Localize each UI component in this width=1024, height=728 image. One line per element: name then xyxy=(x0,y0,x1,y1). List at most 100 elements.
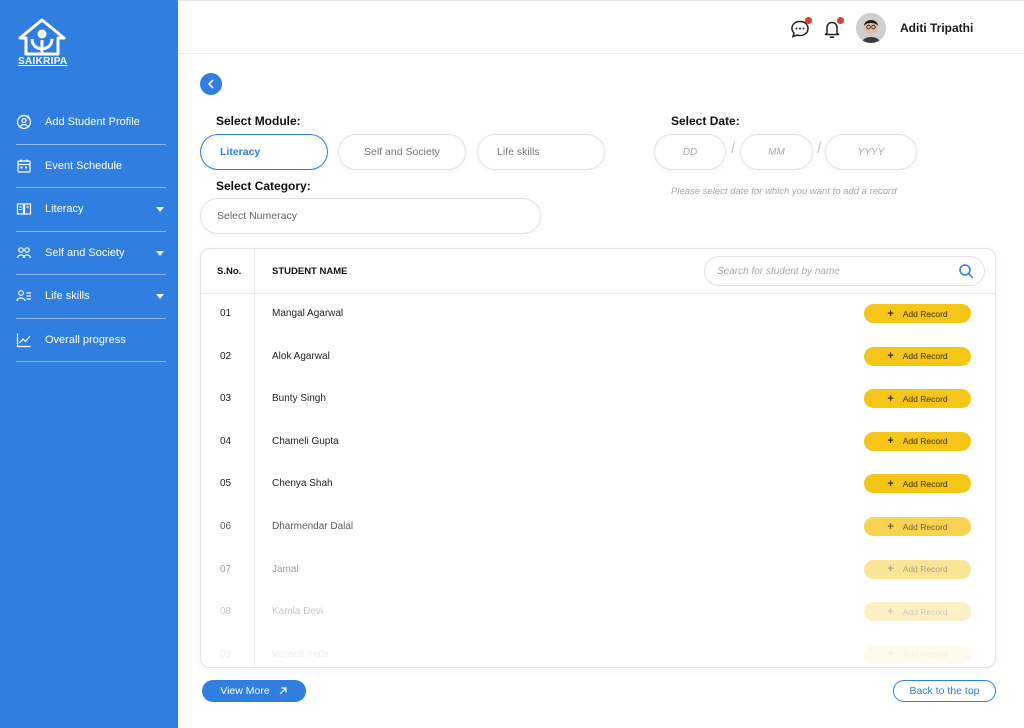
module-label: Select Module: xyxy=(216,114,301,128)
row-sno: 02 xyxy=(220,350,232,362)
table-row: 05 Chenya Shah + Add Record xyxy=(201,464,995,507)
date-separator: / xyxy=(731,140,736,157)
date-day-input[interactable]: DD xyxy=(654,134,726,170)
sidebar-item-overall-progress[interactable]: Overall progress xyxy=(16,319,166,362)
avatar[interactable] xyxy=(856,13,886,43)
date-year-input[interactable]: YYYY xyxy=(825,134,917,170)
add-record-label: Add Record xyxy=(902,478,948,489)
sidebar-item-add-student-profile[interactable]: Add Student Profile xyxy=(16,101,166,145)
view-more-label: View More xyxy=(220,685,270,697)
sidebar-item-event-schedule[interactable]: Event Schedule xyxy=(16,145,166,188)
chart-line-icon xyxy=(16,332,32,348)
add-record-label: Add Record xyxy=(902,564,948,575)
plus-icon: + xyxy=(887,563,894,576)
back-to-top-button[interactable]: Back to the top xyxy=(893,680,996,702)
row-sno: 05 xyxy=(220,478,232,490)
row-student-name: Vaijanti mala xyxy=(272,648,329,660)
sidebar-nav: Add Student Profile Event Schedule Liter… xyxy=(16,101,166,362)
add-record-label: Add Record xyxy=(902,521,948,532)
row-sno: 03 xyxy=(220,393,232,405)
chevron-down-icon[interactable] xyxy=(156,250,164,256)
top-bar: Aditi Tripathi xyxy=(178,0,1024,54)
notification-dot xyxy=(837,17,844,24)
group-icon xyxy=(16,245,32,261)
module-option-literacy[interactable]: Literacy xyxy=(200,134,328,170)
book-icon xyxy=(16,201,32,217)
plus-icon: + xyxy=(887,477,894,490)
row-sno: 06 xyxy=(220,521,232,532)
chevron-down-icon[interactable] xyxy=(156,294,164,300)
add-record-button[interactable]: + Add Record xyxy=(864,644,971,664)
add-record-label: Add Record xyxy=(902,308,948,319)
sidebar-item-literacy[interactable]: Literacy xyxy=(16,188,166,232)
add-record-button[interactable]: + Add Record xyxy=(864,602,971,622)
table-row: 09 Vaijanti mala + Add Record xyxy=(201,635,995,667)
sidebar-item-self-and-society[interactable]: Self and Society xyxy=(16,232,166,275)
user-add-icon xyxy=(16,114,32,130)
add-record-button[interactable]: + Add Record xyxy=(864,304,971,323)
row-sno: 08 xyxy=(220,606,232,618)
bell-icon[interactable] xyxy=(822,17,844,39)
notification-dot xyxy=(805,17,812,24)
add-record-label: Add Record xyxy=(902,393,948,404)
row-sno: 07 xyxy=(220,563,232,575)
sidebar: SAIKRIPA Add Student Profile Event Sched… xyxy=(0,0,178,728)
table-row: 06 Dharmendar Dalal + Add Record xyxy=(201,507,995,550)
row-sno: 04 xyxy=(220,435,232,447)
add-record-button[interactable]: + Add Record xyxy=(864,559,971,579)
student-table: S.No. STUDENT NAME Search for student by… xyxy=(200,248,996,668)
sidebar-item-label: Self and Society xyxy=(45,246,125,259)
add-record-button[interactable]: + Add Record xyxy=(864,389,971,409)
arrow-up-right-icon xyxy=(279,687,287,695)
chat-icon[interactable] xyxy=(790,17,812,39)
table-header: S.No. STUDENT NAME Search for student by… xyxy=(201,249,995,294)
date-hint: Please select date for which you want to… xyxy=(671,186,897,197)
add-record-button[interactable]: + Add Record xyxy=(864,517,971,536)
search-placeholder: Search for student by name xyxy=(717,265,840,277)
add-record-label: Add Record xyxy=(902,351,948,362)
plus-icon: + xyxy=(887,350,894,363)
column-header-student-name: STUDENT NAME xyxy=(272,266,348,277)
chevron-down-icon[interactable] xyxy=(156,207,164,213)
row-student-name: Bunty Singh xyxy=(272,393,326,405)
row-student-name: Jamal xyxy=(272,563,299,575)
category-select[interactable]: Select Numeracy xyxy=(200,198,541,234)
sidebar-item-label: Overall progress xyxy=(45,333,126,346)
plus-icon: + xyxy=(887,307,894,320)
date-month-input[interactable]: MM xyxy=(740,134,813,170)
module-option-life-skills[interactable]: Life skills xyxy=(477,134,605,170)
row-student-name: Chameli Gupta xyxy=(272,435,339,447)
add-record-button[interactable]: + Add Record xyxy=(864,346,971,366)
row-student-name: Kamla Devi xyxy=(272,606,324,618)
row-student-name: Dharmendar Dalal xyxy=(272,521,354,532)
add-record-button[interactable]: + Add Record xyxy=(864,474,971,494)
row-sno: 01 xyxy=(220,308,232,319)
category-label: Select Category: xyxy=(216,179,311,193)
user-name[interactable]: Aditi Tripathi xyxy=(900,21,973,35)
row-student-name: Chenya Shah xyxy=(272,478,333,490)
back-button[interactable] xyxy=(200,73,222,95)
column-header-sno: S.No. xyxy=(217,266,242,277)
date-label: Select Date: xyxy=(671,114,740,128)
add-record-button[interactable]: + Add Record xyxy=(864,431,971,451)
plus-icon: + xyxy=(887,392,894,405)
row-student-name: Mangal Agarwal xyxy=(272,308,344,319)
table-row: 04 Chameli Gupta + Add Record xyxy=(201,422,995,465)
search-input[interactable]: Search for student by name xyxy=(704,256,985,286)
user-list-icon xyxy=(16,288,32,304)
table-row: 03 Bunty Singh + Add Record xyxy=(201,379,995,422)
sidebar-item-label: Life skills xyxy=(45,290,90,303)
view-more-button[interactable]: View More xyxy=(202,680,306,702)
plus-icon: + xyxy=(887,605,894,618)
sidebar-item-label: Literacy xyxy=(45,203,84,216)
add-record-label: Add Record xyxy=(902,436,948,447)
search-icon[interactable] xyxy=(958,263,974,279)
table-row: 07 Jamal + Add Record xyxy=(201,550,995,593)
table-row: 01 Mangal Agarwal + Add Record xyxy=(201,294,995,337)
row-sno: 09 xyxy=(220,648,232,660)
module-option-self-and-society[interactable]: Self and Society xyxy=(338,134,466,170)
plus-icon: + xyxy=(887,435,894,448)
plus-icon: + xyxy=(887,520,894,533)
add-record-label: Add Record xyxy=(902,649,948,660)
sidebar-item-life-skills[interactable]: Life skills xyxy=(16,275,166,319)
